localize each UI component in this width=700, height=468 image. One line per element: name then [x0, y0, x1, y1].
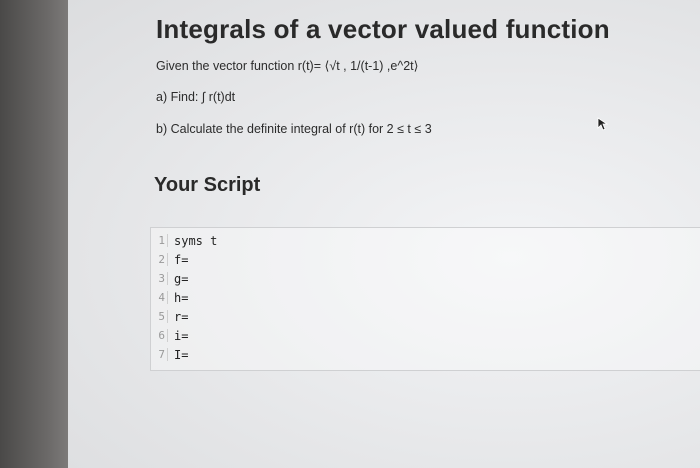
code-line[interactable]: 1 syms t — [151, 232, 700, 249]
line-number: 7 — [151, 348, 168, 361]
line-number: 3 — [151, 272, 168, 285]
code-line[interactable]: 7 I= — [151, 346, 700, 363]
line-number: 1 — [151, 234, 168, 247]
page-title: Integrals of a vector valued function — [156, 14, 610, 44]
code-text: i= — [174, 328, 189, 343]
screen: Integrals of a vector valued function Gi… — [68, 0, 700, 468]
code-text: r= — [174, 309, 189, 324]
code-text: f= — [174, 252, 189, 267]
monitor-bezel — [0, 0, 68, 468]
code-text: I= — [174, 347, 189, 362]
code-line[interactable]: 3 g= — [151, 270, 700, 287]
code-text: syms t — [174, 233, 218, 248]
line-number: 6 — [151, 329, 168, 342]
given-function-text: Given the vector function r(t)= ⟨√t , 1/… — [156, 59, 419, 73]
line-number: 2 — [151, 253, 168, 266]
code-text: g= — [174, 271, 189, 286]
code-line[interactable]: 6 i= — [151, 327, 700, 344]
code-line[interactable]: 4 h= — [151, 289, 700, 306]
line-number: 5 — [151, 310, 168, 323]
code-line[interactable]: 2 f= — [151, 251, 700, 268]
code-line[interactable]: 5 r= — [151, 308, 700, 325]
part-a-text: a) Find: ∫ r(t)dt — [156, 90, 236, 104]
line-number: 4 — [151, 291, 168, 304]
script-editor[interactable]: 1 syms t 2 f= 3 g= 4 h= 5 r= 6 i= 7 I= — [150, 227, 700, 371]
code-text: h= — [174, 290, 189, 305]
script-section-title: Your Script — [154, 174, 261, 196]
part-b-text: b) Calculate the definite integral of r(… — [156, 122, 432, 136]
